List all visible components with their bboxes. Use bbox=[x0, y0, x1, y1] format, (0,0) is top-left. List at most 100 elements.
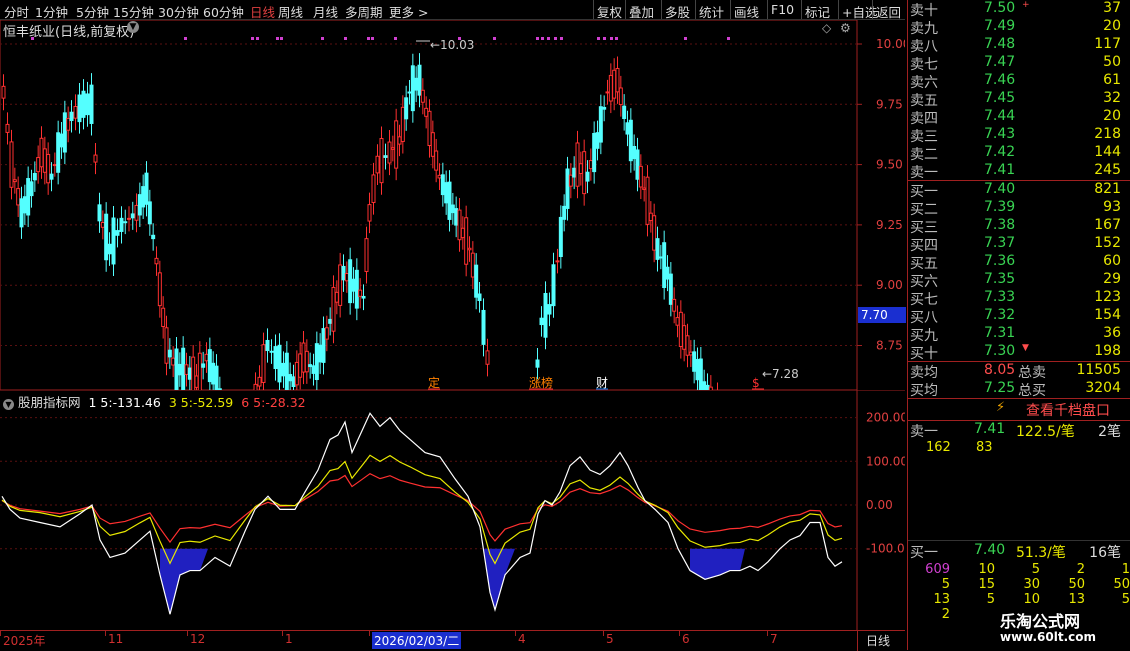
period-tab[interactable]: 更多 > bbox=[389, 2, 428, 21]
toolbar-action-button[interactable]: 画线 bbox=[734, 2, 759, 21]
ask-row-7[interactable]: 卖七 7.47 50 bbox=[908, 54, 1130, 73]
chart-title: 恒丰纸业(日线,前复权) bbox=[3, 25, 135, 40]
candle-body bbox=[9, 141, 14, 188]
diamond-icon[interactable]: ◇ bbox=[822, 21, 831, 35]
period-tab[interactable]: 周线 bbox=[278, 2, 303, 21]
candle-body bbox=[622, 105, 627, 120]
candle-body bbox=[334, 291, 339, 303]
period-label: 日线 bbox=[866, 634, 891, 648]
toolbar-action-button[interactable]: 叠加 bbox=[629, 2, 654, 21]
signal-dot bbox=[184, 37, 187, 40]
bid-detail-divider bbox=[908, 540, 1130, 541]
ask-row-10[interactable]: 卖十 7.50 37 + bbox=[908, 0, 1130, 19]
bid-row-6[interactable]: 买六 7.35 29 bbox=[908, 271, 1130, 290]
candle-body bbox=[56, 132, 61, 173]
level-label: 卖九 bbox=[910, 21, 938, 37]
candle-body bbox=[662, 242, 667, 288]
toolbar-separator bbox=[625, 0, 626, 19]
candle-body bbox=[547, 304, 552, 315]
candle-body bbox=[288, 374, 293, 382]
period-tab[interactable]: 30分钟 bbox=[158, 2, 199, 21]
event-marker[interactable]: 财 bbox=[596, 376, 608, 390]
low-price-label: ←7.28 bbox=[762, 367, 799, 381]
period-tab[interactable]: 1分钟 bbox=[35, 2, 68, 21]
date-label: 11 bbox=[108, 632, 124, 646]
view-depth-text[interactable]: 查看千档盘口 bbox=[1026, 400, 1110, 420]
period-tab[interactable]: 60分钟 bbox=[203, 2, 244, 21]
event-marker[interactable]: 涨榜 bbox=[529, 375, 553, 390]
indicator-header: ▼ 股朋指标网 1 5:-131.46 3 5:-52.59 6 5:-28.3… bbox=[3, 392, 306, 411]
level-label: 买四 bbox=[910, 238, 938, 254]
toolbar-action-button[interactable]: 复权 bbox=[597, 2, 622, 21]
ask-row-4[interactable]: 卖四 7.44 20 bbox=[908, 108, 1130, 127]
toolbar-action-button[interactable]: 返回 bbox=[876, 2, 901, 21]
toolbar-action-button[interactable]: F10 bbox=[771, 2, 794, 17]
period-tab[interactable]: 日线 bbox=[250, 2, 275, 21]
oscillator-chart[interactable]: 200.00 100.00 0.00 -100.00 bbox=[0, 390, 905, 630]
ask-row-9[interactable]: 卖九 7.49 20 bbox=[908, 18, 1130, 37]
candle-body bbox=[407, 91, 412, 94]
level-label: 卖三 bbox=[910, 129, 938, 145]
period-tab[interactable]: 分时 bbox=[4, 2, 29, 21]
candle-body bbox=[167, 349, 172, 358]
ask-row-3[interactable]: 卖三 7.43 218 bbox=[908, 126, 1130, 145]
chevron-down-icon[interactable]: ▼ bbox=[3, 399, 14, 410]
bid-row-8[interactable]: 买八 7.32 154 bbox=[908, 307, 1130, 326]
level-label: 买六 bbox=[910, 274, 938, 290]
period-tab[interactable]: 月线 bbox=[313, 2, 338, 21]
period-tab[interactable]: 多周期 bbox=[345, 2, 383, 21]
candle-body bbox=[582, 151, 587, 195]
candle-body bbox=[281, 362, 286, 377]
candle-body bbox=[29, 181, 34, 197]
bid-row-2[interactable]: 买二 7.39 93 bbox=[908, 199, 1130, 218]
candle-body bbox=[52, 164, 57, 167]
candle-body bbox=[555, 260, 560, 263]
candle-body bbox=[174, 348, 179, 390]
bid-row-3[interactable]: 买三 7.38 167 bbox=[908, 217, 1130, 236]
current-price-tag: 7.70 bbox=[858, 307, 906, 323]
ask-row-6[interactable]: 卖六 7.46 61 bbox=[908, 72, 1130, 91]
view-depth-link[interactable]: ⚡ 查看千档盘口 bbox=[908, 399, 1130, 420]
gear-icon[interactable]: ⚙ bbox=[840, 21, 851, 35]
level-price: 7.48 bbox=[984, 36, 1016, 52]
candle-body bbox=[618, 87, 623, 106]
signal-dot bbox=[367, 37, 370, 40]
candle-body bbox=[454, 208, 459, 226]
candle-body bbox=[638, 165, 643, 188]
bid1-queue-volume: 1 bbox=[1121, 562, 1130, 577]
toolbar-action-button[interactable]: 多股 bbox=[665, 2, 690, 21]
signal-dot bbox=[371, 37, 374, 40]
bid-row-1[interactable]: 买一 7.40 821 bbox=[908, 181, 1130, 200]
candle-body bbox=[434, 150, 439, 171]
bid-row-9[interactable]: 买九 7.31 36 bbox=[908, 325, 1130, 344]
ask-row-5[interactable]: 卖五 7.45 32 bbox=[908, 90, 1130, 109]
signal-dot bbox=[493, 37, 496, 40]
ask1-price: 7.41 bbox=[974, 421, 1006, 437]
line1-value: :-131.46 bbox=[108, 395, 161, 410]
bid1-queue-volume: 13 bbox=[933, 592, 950, 607]
kline-chart[interactable]: 10.009.759.509.259.008.758.508.258.007.5… bbox=[0, 20, 905, 390]
candle-body bbox=[201, 363, 206, 368]
bid-row-5[interactable]: 买五 7.36 60 bbox=[908, 253, 1130, 272]
line1-label: 1 5 bbox=[88, 395, 109, 410]
ask-row-2[interactable]: 卖二 7.42 144 bbox=[908, 144, 1130, 163]
bid1-queue-volume: 609 bbox=[925, 562, 950, 577]
bid-row-4[interactable]: 买四 7.37 152 bbox=[908, 235, 1130, 254]
candle-body bbox=[400, 106, 405, 142]
ask-row-8[interactable]: 卖八 7.48 117 bbox=[908, 36, 1130, 55]
level-volume: 20 bbox=[1103, 108, 1121, 124]
period-tab[interactable]: 5分钟 bbox=[76, 2, 109, 21]
bid-row-7[interactable]: 买七 7.33 123 bbox=[908, 289, 1130, 308]
event-marker[interactable]: $ bbox=[752, 376, 760, 390]
toolbar-action-button[interactable]: 统计 bbox=[699, 2, 724, 21]
candle-body bbox=[658, 256, 663, 259]
toolbar-action-button[interactable]: 标记 bbox=[805, 2, 830, 21]
bid-row-10[interactable]: 买十 7.30 198 ▼ bbox=[908, 343, 1130, 362]
ask-row-1[interactable]: 卖一 7.41 245 bbox=[908, 162, 1130, 181]
period-tab[interactable]: 15分钟 bbox=[113, 2, 154, 21]
event-marker[interactable]: 定 bbox=[428, 375, 440, 390]
bid1-order-count: 16笔 bbox=[1089, 545, 1121, 561]
chevron-down-icon[interactable]: ▼ bbox=[127, 21, 139, 33]
candle-body bbox=[437, 174, 442, 179]
candle-body bbox=[648, 212, 653, 222]
